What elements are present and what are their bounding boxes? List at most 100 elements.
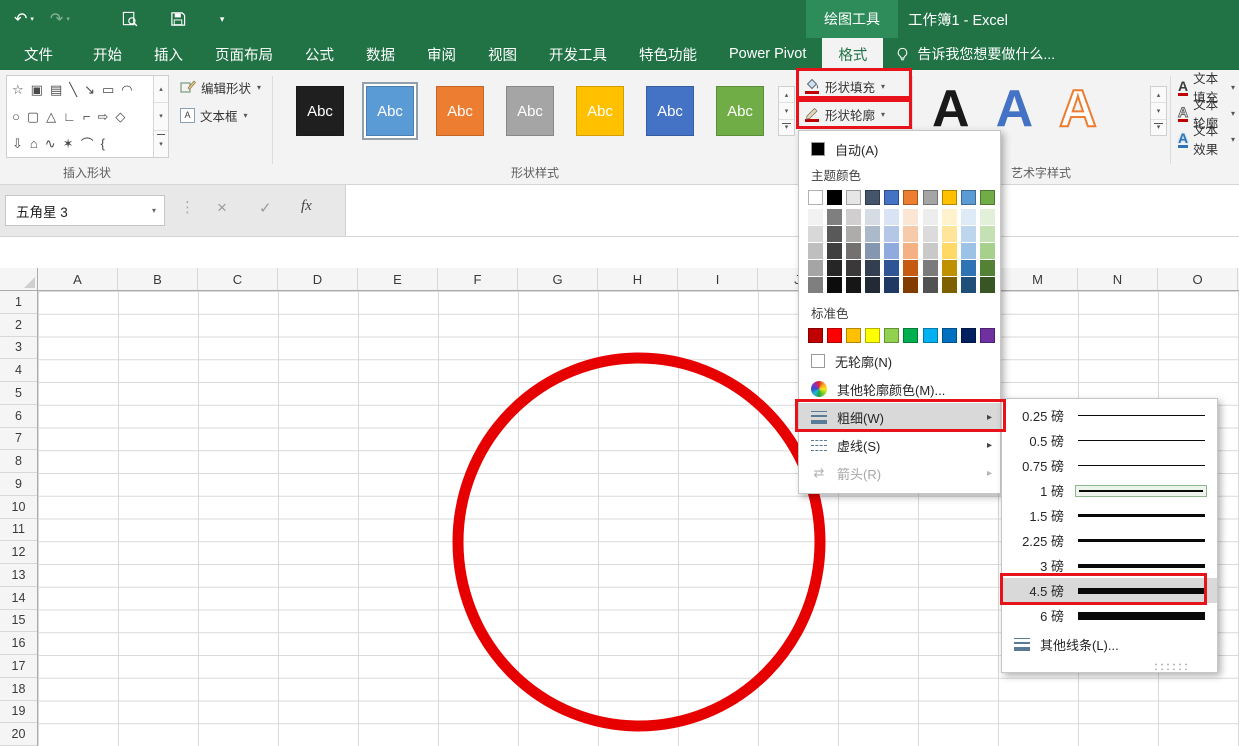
theme-variant-swatch-#FFD965[interactable]	[942, 243, 957, 259]
shape-glyph[interactable]: ▤	[50, 82, 62, 98]
text-effects-button[interactable]: A 文本效果 ▾	[1174, 127, 1239, 151]
tab-公式[interactable]: 公式	[289, 38, 350, 70]
shape-glyph[interactable]: ⇩	[12, 136, 23, 152]
row-header-12[interactable]: 12	[0, 541, 37, 564]
formula-input[interactable]	[345, 185, 1239, 236]
standard-color-swatch-#C00000[interactable]	[808, 328, 823, 343]
row-header-19[interactable]: 19	[0, 701, 37, 724]
shape-glyph[interactable]: ▢	[27, 109, 39, 125]
shape-style-preset-3[interactable]: Abc	[436, 86, 484, 136]
shape-glyph[interactable]: △	[46, 109, 56, 125]
standard-color-swatch-#002060[interactable]	[961, 328, 976, 343]
tab-开始[interactable]: 开始	[77, 38, 138, 70]
theme-color-swatch-#70AD47[interactable]	[980, 190, 995, 205]
theme-variant-swatch-#A8D08D[interactable]	[980, 243, 995, 259]
theme-variant-swatch-#525252[interactable]	[923, 277, 938, 293]
column-header-F[interactable]: F	[438, 268, 518, 290]
shape-glyph[interactable]: ⇨	[97, 109, 108, 125]
theme-variant-swatch-#DBDBDB[interactable]	[923, 226, 938, 242]
theme-variant-swatch-#9CC2E5[interactable]	[961, 243, 976, 259]
weight-option-0.75 磅[interactable]: 0.75 磅	[1002, 453, 1217, 478]
undo-button[interactable]: ↶▾	[14, 9, 34, 29]
theme-variant-swatch-#1F4E79[interactable]	[961, 277, 976, 293]
tab-数据[interactable]: 数据	[350, 38, 411, 70]
theme-variant-swatch-#D0CECE[interactable]	[846, 209, 861, 225]
row-header-9[interactable]: 9	[0, 473, 37, 496]
column-header-O[interactable]: O	[1158, 268, 1238, 290]
tab-页面布局[interactable]: 页面布局	[199, 38, 289, 70]
tab-file[interactable]: 文件	[0, 38, 77, 70]
tab-开发工具[interactable]: 开发工具	[533, 38, 623, 70]
theme-color-swatch-#5B9BD5[interactable]	[961, 190, 976, 205]
shape-glyph[interactable]: ☆	[12, 82, 24, 98]
theme-variant-swatch-#8FAADC[interactable]	[884, 243, 899, 259]
theme-variant-swatch-#F4B183[interactable]	[903, 243, 918, 259]
shape-glyph[interactable]: {	[101, 136, 105, 151]
theme-variant-swatch-#FFE599[interactable]	[942, 226, 957, 242]
column-header-H[interactable]: H	[598, 268, 678, 290]
gallery-more-button[interactable]: ▾	[1151, 120, 1166, 135]
theme-variant-swatch-#538135[interactable]	[980, 260, 995, 276]
standard-color-swatch-#0070C0[interactable]	[942, 328, 957, 343]
column-header-D[interactable]: D	[278, 268, 358, 290]
standard-color-swatch-#00B0F0[interactable]	[923, 328, 938, 343]
theme-color-swatch-#44546A[interactable]	[865, 190, 880, 205]
shape-glyph[interactable]: ╲	[69, 82, 77, 98]
tab-审阅[interactable]: 审阅	[411, 38, 472, 70]
theme-variant-swatch-#D6DCE4[interactable]	[865, 209, 880, 225]
weight-option-0.25 磅[interactable]: 0.25 磅	[1002, 403, 1217, 428]
row-header-8[interactable]: 8	[0, 450, 37, 473]
theme-variant-swatch-#F7CAAC[interactable]	[903, 226, 918, 242]
tab-特色功能[interactable]: 特色功能	[623, 38, 713, 70]
save-button[interactable]	[170, 11, 186, 27]
theme-variant-swatch-#C9C9C9[interactable]	[923, 243, 938, 259]
row-header-16[interactable]: 16	[0, 632, 37, 655]
scroll-up-button[interactable]: ▴	[154, 76, 168, 103]
row-header-10[interactable]: 10	[0, 496, 37, 519]
theme-variant-swatch-#203864[interactable]	[884, 277, 899, 293]
shape-glyph[interactable]: ○	[12, 109, 20, 124]
row-header-13[interactable]: 13	[0, 564, 37, 587]
tab-插入[interactable]: 插入	[138, 38, 199, 70]
theme-color-swatch-#4472C4[interactable]	[884, 190, 899, 205]
row-header-4[interactable]: 4	[0, 359, 37, 382]
wordart-preset-3[interactable]: A	[1059, 72, 1097, 146]
tab-视图[interactable]: 视图	[472, 38, 533, 70]
theme-variant-swatch-#222A35[interactable]	[865, 277, 880, 293]
weight-option-1.5 磅[interactable]: 1.5 磅	[1002, 503, 1217, 528]
menu-item-dashes[interactable]: 虚线(S) ▸	[799, 431, 1000, 459]
row-header-3[interactable]: 3	[0, 337, 37, 360]
weight-option-4.5 磅[interactable]: 4.5 磅	[1002, 578, 1217, 603]
shape-glyph[interactable]: ▭	[102, 82, 114, 98]
menu-item-more-outline-colors[interactable]: 其他轮廓颜色(M)...	[799, 375, 1000, 403]
theme-variant-swatch-#FBE5D5[interactable]	[903, 209, 918, 225]
text-box-button[interactable]: A 文本框 ▾	[176, 104, 252, 126]
theme-variant-swatch-#C5E0B3[interactable]	[980, 226, 995, 242]
row-header-7[interactable]: 7	[0, 428, 37, 451]
theme-variant-swatch-#E2EFD9[interactable]	[980, 209, 995, 225]
theme-variant-swatch-#BFBFBF[interactable]	[808, 243, 823, 259]
tab-format[interactable]: 格式	[822, 38, 883, 70]
row-header-18[interactable]: 18	[0, 678, 37, 701]
scroll-down-button[interactable]: ▾	[779, 103, 794, 119]
theme-variant-swatch-#BDD6EE[interactable]	[961, 226, 976, 242]
theme-variant-swatch-#ACB9CA[interactable]	[865, 226, 880, 242]
shape-style-preset-6[interactable]: Abc	[646, 86, 694, 136]
row-header-11[interactable]: 11	[0, 519, 37, 542]
shape-glyph[interactable]: ∟	[63, 109, 76, 124]
theme-variant-swatch-#375623[interactable]	[980, 277, 995, 293]
wordart-preset-2[interactable]: A	[996, 72, 1034, 146]
column-header-C[interactable]: C	[198, 268, 278, 290]
shape-glyph[interactable]: ∿	[45, 136, 56, 152]
theme-color-swatch-#000000[interactable]	[827, 190, 842, 205]
weight-option-0.5 磅[interactable]: 0.5 磅	[1002, 428, 1217, 453]
column-header-E[interactable]: E	[358, 268, 438, 290]
row-header-14[interactable]: 14	[0, 587, 37, 610]
theme-variant-swatch-#757070[interactable]	[846, 243, 861, 259]
tab-Power Pivot[interactable]: Power Pivot	[713, 38, 822, 70]
row-header-17[interactable]: 17	[0, 655, 37, 678]
row-header-15[interactable]: 15	[0, 610, 37, 633]
menu-item-weight[interactable]: 粗细(W) ▸	[799, 403, 1000, 431]
shape-style-preset-1[interactable]: Abc	[296, 86, 344, 136]
theme-variant-swatch-#A5A5A5[interactable]	[808, 260, 823, 276]
